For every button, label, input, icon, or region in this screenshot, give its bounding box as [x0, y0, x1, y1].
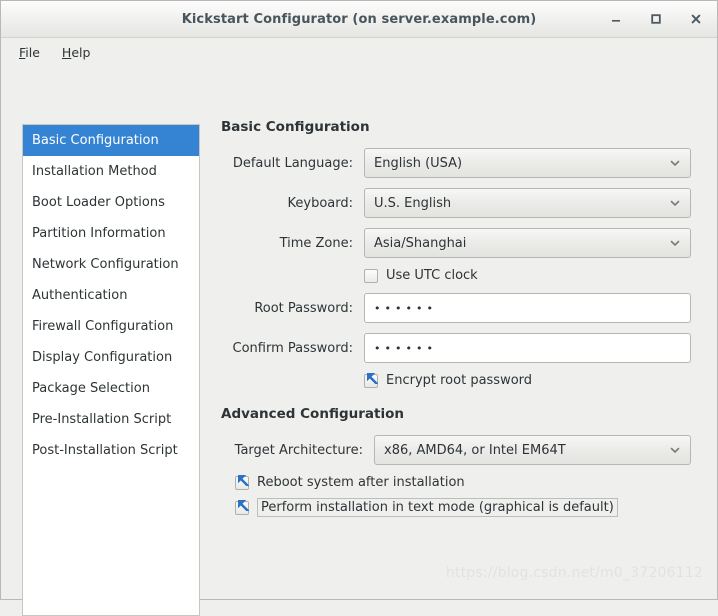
default-language-row: Default Language: English (USA): [221, 148, 699, 178]
settings-pane: Basic Configuration Default Language: En…: [221, 119, 699, 525]
default-language-value: English (USA): [374, 155, 463, 171]
target-architecture-label: Target Architecture:: [234, 442, 363, 458]
keyboard-row: Keyboard: U.S. English: [221, 188, 699, 218]
chevron-down-icon: [669, 197, 681, 209]
sidebar-item-label: Authentication: [32, 288, 128, 303]
sidebar-item-basic-configuration[interactable]: Basic Configuration: [23, 125, 199, 156]
sidebar-item-label: Package Selection: [32, 381, 150, 396]
sidebar-item-authentication[interactable]: Authentication: [23, 280, 199, 311]
chevron-down-icon: [669, 157, 681, 169]
time-zone-row: Time Zone: Asia/Shanghai: [221, 228, 699, 258]
use-utc-clock-row[interactable]: Use UTC clock: [221, 268, 699, 283]
sidebar-item-label: Partition Information: [32, 226, 166, 241]
text-mode-installation-checkbox[interactable]: [235, 499, 249, 515]
sidebar-item-label: Network Configuration: [32, 257, 179, 272]
advanced-configuration-heading: Advanced Configuration: [221, 406, 404, 422]
window-title: Kickstart Configurator (on server.exampl…: [181, 11, 537, 27]
target-architecture-row: Target Architecture: x86, AMD64, or Inte…: [221, 435, 699, 465]
sidebar-item-network-configuration[interactable]: Network Configuration: [23, 249, 199, 280]
sidebar-item-label: Post-Installation Script: [32, 443, 178, 458]
default-language-label: Default Language:: [232, 155, 353, 171]
encrypt-root-password-checkbox[interactable]: [364, 372, 378, 388]
keyboard-value: U.S. English: [374, 195, 452, 211]
minimize-icon[interactable]: [603, 6, 629, 32]
encrypt-root-password-row[interactable]: Encrypt root password: [221, 372, 699, 388]
root-password-input[interactable]: ••••••: [364, 293, 691, 323]
root-password-row: Root Password: ••••••: [221, 293, 699, 323]
menu-bar: File Help: [1, 38, 717, 67]
use-utc-clock-checkbox[interactable]: [364, 268, 378, 283]
sidebar-item-package-selection[interactable]: Package Selection: [23, 373, 199, 404]
time-zone-label: Time Zone:: [279, 235, 353, 251]
sidebar-item-label: Firewall Configuration: [32, 319, 174, 334]
text-mode-installation-row[interactable]: Perform installation in text mode (graph…: [221, 498, 699, 517]
sidebar-list[interactable]: Basic Configuration Installation Method …: [22, 124, 200, 616]
title-bar: Kickstart Configurator (on server.exampl…: [1, 1, 717, 38]
time-zone-select[interactable]: Asia/Shanghai: [364, 228, 691, 258]
target-architecture-value: x86, AMD64, or Intel EM64T: [384, 442, 566, 458]
sidebar-item-installation-method[interactable]: Installation Method: [23, 156, 199, 187]
menu-file-rest: ile: [25, 45, 40, 60]
sidebar-item-label: Installation Method: [32, 164, 157, 179]
menu-help-mnemonic: H: [61, 45, 72, 60]
time-zone-value: Asia/Shanghai: [374, 235, 467, 251]
confirm-password-row: Confirm Password: ••••••: [221, 333, 699, 363]
default-language-select[interactable]: English (USA): [364, 148, 691, 178]
text-mode-installation-label: Perform installation in text mode (graph…: [257, 498, 618, 517]
menu-file[interactable]: File: [10, 42, 49, 63]
confirm-password-input[interactable]: ••••••: [364, 333, 691, 363]
reboot-after-installation-label: Reboot system after installation: [257, 475, 465, 490]
target-architecture-select[interactable]: x86, AMD64, or Intel EM64T: [374, 435, 691, 465]
sidebar-item-label: Display Configuration: [32, 350, 173, 365]
basic-configuration-heading: Basic Configuration: [221, 119, 370, 135]
close-icon[interactable]: [683, 6, 709, 32]
sidebar-item-display-configuration[interactable]: Display Configuration: [23, 342, 199, 373]
sidebar-item-label: Boot Loader Options: [32, 195, 165, 210]
menu-help[interactable]: Help: [53, 42, 100, 63]
menu-help-rest: elp: [71, 45, 91, 60]
confirm-password-value: ••••••: [374, 341, 437, 355]
reboot-after-installation-checkbox[interactable]: [235, 474, 249, 490]
use-utc-clock-label: Use UTC clock: [386, 268, 478, 283]
root-password-value: ••••••: [374, 301, 437, 315]
watermark-text: https://blog.csdn.net/m0_37206112: [445, 565, 703, 581]
app-window: Kickstart Configurator (on server.exampl…: [0, 0, 718, 616]
keyboard-select[interactable]: U.S. English: [364, 188, 691, 218]
sidebar-item-post-installation-script[interactable]: Post-Installation Script: [23, 435, 199, 466]
maximize-icon[interactable]: [643, 6, 669, 32]
sidebar-item-firewall-configuration[interactable]: Firewall Configuration: [23, 311, 199, 342]
reboot-after-installation-row[interactable]: Reboot system after installation: [221, 474, 699, 490]
sidebar-item-label: Pre-Installation Script: [32, 412, 172, 427]
keyboard-label: Keyboard:: [287, 195, 354, 211]
sidebar-item-partition-information[interactable]: Partition Information: [23, 218, 199, 249]
window-controls: [603, 1, 709, 37]
chevron-down-icon: [669, 444, 681, 456]
sidebar-item-pre-installation-script[interactable]: Pre-Installation Script: [23, 404, 199, 435]
window-body: Basic Configuration Installation Method …: [1, 67, 717, 616]
root-password-label: Root Password:: [254, 300, 353, 316]
encrypt-root-password-label: Encrypt root password: [386, 373, 533, 388]
chevron-down-icon: [669, 237, 681, 249]
sidebar-item-label: Basic Configuration: [32, 133, 159, 148]
sidebar-item-boot-loader-options[interactable]: Boot Loader Options: [23, 187, 199, 218]
confirm-password-label: Confirm Password:: [232, 340, 353, 356]
